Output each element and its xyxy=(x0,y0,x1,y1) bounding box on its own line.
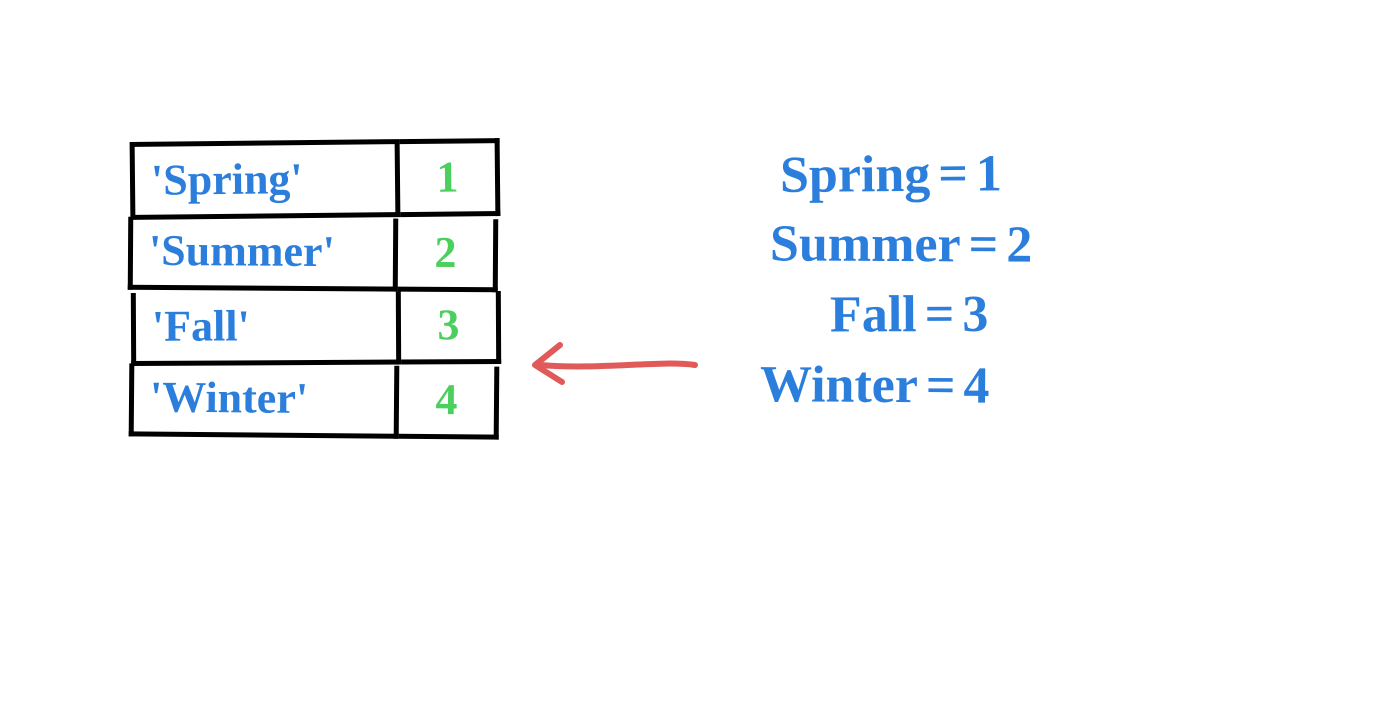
mapping-name: Fall xyxy=(830,287,917,344)
mapping-value: 1 xyxy=(976,145,1002,202)
table-row: 'Spring' 1 xyxy=(130,138,501,220)
mapping-line: Fall=3 xyxy=(830,280,1093,351)
equals-sign: = xyxy=(918,357,964,414)
encoding-table: 'Spring' 1 'Summer' 2 'Fall' 3 'Winter' … xyxy=(130,140,500,439)
mapping-value: 3 xyxy=(962,286,988,343)
table-cell-value: 4 xyxy=(399,366,500,440)
table-cell-key: 'Fall' xyxy=(131,291,401,366)
mapping-line: Winter=4 xyxy=(760,350,1023,422)
mapping-list: Spring=1 Summer=2 Fall=3 Winter=4 xyxy=(770,140,1032,421)
mapping-value: 4 xyxy=(963,357,989,414)
equals-sign: = xyxy=(917,286,963,343)
mapping-line: Summer=2 xyxy=(770,210,1033,282)
mapping-line: Spring=1 xyxy=(780,139,1043,211)
mapping-name: Summer xyxy=(770,216,961,274)
table-cell-value: 3 xyxy=(401,291,501,365)
table-cell-value: 2 xyxy=(398,219,499,293)
mapping-name: Winter xyxy=(760,356,918,414)
equals-sign: = xyxy=(960,216,1006,273)
diagram-canvas: 'Spring' 1 'Summer' 2 'Fall' 3 'Winter' … xyxy=(0,0,1376,720)
table-cell-key: 'Winter' xyxy=(129,364,400,440)
mapping-value: 2 xyxy=(1006,217,1032,274)
table-row: 'Fall' 3 xyxy=(131,291,501,366)
table-cell-key: 'Spring' xyxy=(130,139,401,220)
mapping-name: Spring xyxy=(780,146,931,204)
table-row: 'Summer' 2 xyxy=(128,217,499,293)
arrow-left-icon xyxy=(520,330,700,400)
table-cell-value: 1 xyxy=(400,138,501,217)
table-row: 'Winter' 4 xyxy=(129,364,500,441)
table-cell-key: 'Summer' xyxy=(128,217,399,292)
equals-sign: = xyxy=(930,146,976,203)
